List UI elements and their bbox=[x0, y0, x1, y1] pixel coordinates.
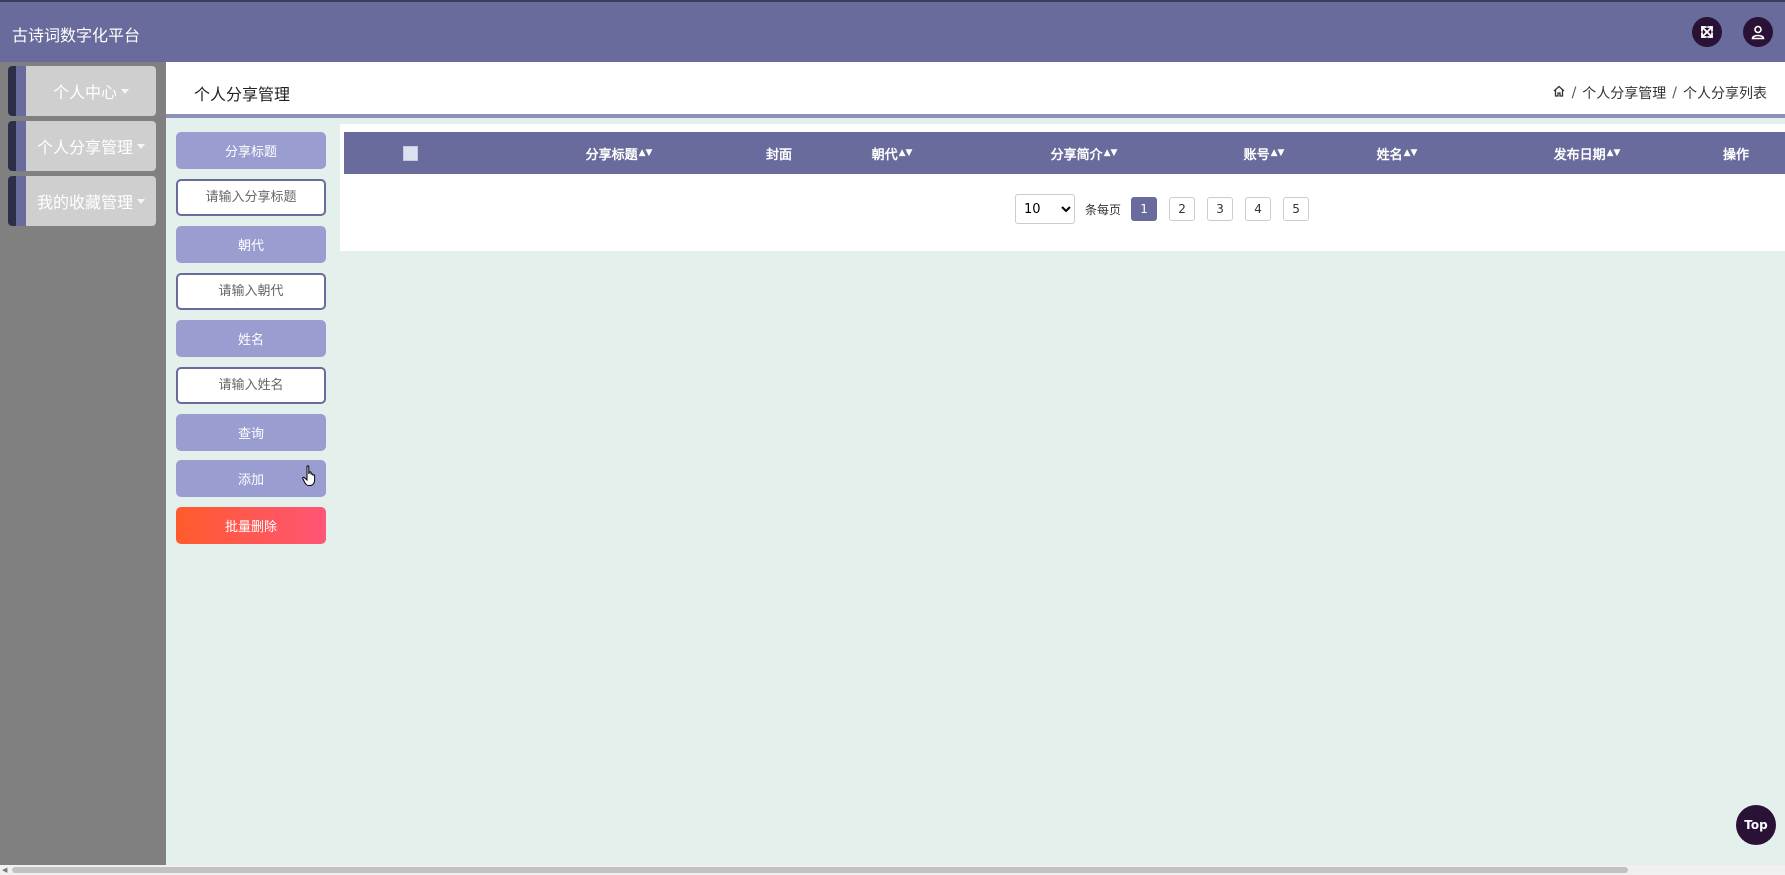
horizontal-scrollbar[interactable]: ◀ bbox=[0, 865, 1785, 875]
share-title-input[interactable] bbox=[176, 179, 326, 216]
column-header-share-title[interactable]: 分享标题 ▲▼ bbox=[559, 132, 679, 174]
home-icon[interactable] bbox=[1552, 84, 1566, 102]
caret-down-icon bbox=[121, 88, 129, 94]
column-header-dynasty[interactable]: 朝代 ▲▼ bbox=[852, 132, 932, 174]
query-button[interactable]: 查询 bbox=[176, 414, 326, 451]
table-header: 分享标题 ▲▼ 封面 朝代 ▲▼ 分享简介 ▲▼ 账号 ▲▼ 姓名 ▲▼ 发布日期 ▲▼ 操… bbox=[344, 132, 1785, 174]
breadcrumb-separator: / bbox=[1571, 85, 1577, 101]
menu-indicator bbox=[8, 176, 16, 226]
content-header: 个人分享管理 / 个人分享管理 / 个人分享列表 bbox=[166, 62, 1785, 118]
menu-indicator-accent bbox=[16, 121, 26, 171]
column-header-actions: 操作 bbox=[1722, 147, 1749, 163]
sidebar: 个人中心 个人分享管理 我的收藏管理 bbox=[0, 62, 166, 865]
dynasty-input[interactable] bbox=[176, 273, 326, 310]
sidebar-item-share-management[interactable]: 个人分享管理 bbox=[8, 121, 156, 171]
column-header-name[interactable]: 姓名 ▲▼ bbox=[1357, 132, 1437, 174]
menu-indicator-accent bbox=[16, 176, 26, 226]
dynasty-label: 朝代 bbox=[176, 226, 326, 263]
breadcrumb-item: 个人分享列表 bbox=[1683, 86, 1767, 102]
sort-icon: ▲▼ bbox=[898, 148, 913, 158]
sort-icon: ▲▼ bbox=[638, 148, 653, 158]
user-icon[interactable] bbox=[1743, 17, 1773, 47]
menu-indicator bbox=[8, 66, 16, 116]
share-title-label: 分享标题 bbox=[176, 132, 326, 169]
app-title: 古诗词数字化平台 bbox=[12, 26, 141, 45]
fullscreen-icon[interactable] bbox=[1692, 17, 1722, 47]
select-all-checkbox[interactable] bbox=[403, 146, 418, 161]
scrollbar-thumb[interactable] bbox=[12, 867, 1628, 873]
back-to-top-button[interactable]: Top bbox=[1736, 805, 1776, 845]
breadcrumb: / 个人分享管理 / 个人分享列表 bbox=[1552, 83, 1767, 103]
share-table-panel: 分享标题 ▲▼ 封面 朝代 ▲▼ 分享简介 ▲▼ 账号 ▲▼ 姓名 ▲▼ 发布日期 ▲▼ 操… bbox=[340, 124, 1785, 251]
caret-down-icon bbox=[137, 198, 145, 204]
page-button-2[interactable]: 2 bbox=[1169, 197, 1196, 221]
sidebar-item-label: 个人中心 bbox=[52, 83, 117, 102]
pagination: 10 条每页 1 2 3 4 5 bbox=[1015, 194, 1315, 224]
scroll-left-arrow-icon[interactable]: ◀ bbox=[2, 866, 7, 874]
sidebar-item-label: 我的收藏管理 bbox=[36, 193, 133, 212]
menu-indicator-accent bbox=[16, 66, 26, 116]
sort-icon: ▲▼ bbox=[1606, 148, 1621, 158]
sidebar-item-favorites-management[interactable]: 我的收藏管理 bbox=[8, 176, 156, 226]
page-button-1[interactable]: 1 bbox=[1131, 197, 1158, 221]
sidebar-item-personal-center[interactable]: 个人中心 bbox=[8, 66, 156, 116]
column-header-publish-date[interactable]: 发布日期 ▲▼ bbox=[1527, 132, 1647, 174]
sidebar-item-label: 个人分享管理 bbox=[36, 138, 133, 157]
sort-icon: ▲▼ bbox=[1403, 148, 1418, 158]
menu-indicator bbox=[8, 121, 16, 171]
column-header-account[interactable]: 账号 ▲▼ bbox=[1224, 132, 1304, 174]
page-button-3[interactable]: 3 bbox=[1207, 197, 1234, 221]
sort-icon: ▲▼ bbox=[1270, 148, 1285, 158]
page-size-select[interactable]: 10 bbox=[1015, 194, 1075, 224]
breadcrumb-item[interactable]: 个人分享管理 bbox=[1582, 83, 1666, 103]
page-title: 个人分享管理 bbox=[194, 85, 291, 104]
batch-delete-button[interactable]: 批量删除 bbox=[176, 507, 326, 544]
name-input[interactable] bbox=[176, 367, 326, 404]
page-button-5[interactable]: 5 bbox=[1283, 197, 1310, 221]
per-page-label: 条每页 bbox=[1085, 202, 1122, 217]
page-button-4[interactable]: 4 bbox=[1245, 197, 1272, 221]
top-bar: 古诗词数字化平台 bbox=[0, 0, 1785, 62]
name-label: 姓名 bbox=[176, 320, 326, 357]
breadcrumb-separator: / bbox=[1672, 85, 1677, 101]
column-header-cover: 封面 bbox=[765, 147, 792, 163]
caret-down-icon bbox=[137, 143, 145, 149]
sort-icon: ▲▼ bbox=[1103, 148, 1118, 158]
hand-cursor-icon bbox=[302, 465, 318, 491]
column-header-share-summary[interactable]: 分享简介 ▲▼ bbox=[1024, 132, 1144, 174]
